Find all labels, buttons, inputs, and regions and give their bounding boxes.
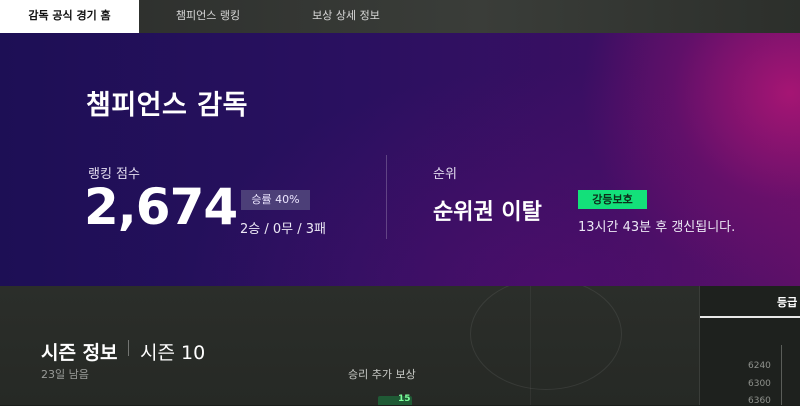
win-rate-badge: 승률 40%	[241, 190, 310, 210]
grade-tab[interactable]: 등급	[700, 286, 800, 318]
match-record: 2승 / 0무 / 3패	[240, 222, 326, 237]
section-divider	[386, 155, 387, 239]
title-separator	[128, 340, 129, 356]
tab-champions-ranking[interactable]: 챔피언스 랭킹	[139, 0, 277, 33]
reward-value: 15	[398, 394, 411, 404]
tab-reward-details[interactable]: 보상 상세 정보	[277, 0, 415, 33]
refresh-note: 13시간 43분 후 갱신됩니다.	[578, 220, 736, 235]
season-info-title: 시즌 정보	[41, 342, 118, 364]
pitch-center-circle	[470, 286, 622, 390]
rank-label: 순위	[433, 167, 457, 182]
rank-status: 순위권 이탈	[433, 200, 542, 225]
season-name: 시즌 10	[140, 342, 206, 364]
ranking-score: 2,674	[84, 178, 238, 236]
page-title: 챔피언스 감독	[86, 90, 248, 121]
season-section: 시즌 정보 시즌 10 23일 남음 승리 추가 보상 15	[0, 286, 800, 405]
top-tab-bar: 감독 공식 경기 홈 챔피언스 랭킹 보상 상세 정보	[0, 0, 800, 33]
tab-home[interactable]: 감독 공식 경기 홈	[0, 0, 139, 33]
reward-chip[interactable]: 15	[378, 394, 412, 405]
days-remaining: 23일 남음	[41, 368, 89, 381]
win-bonus-label: 승리 추가 보상	[348, 368, 416, 381]
grade-header: 등급	[777, 296, 798, 309]
grade-scale-line	[781, 345, 782, 405]
relegation-protection-badge: 강등보호	[578, 190, 647, 209]
grade-tick: 6240	[748, 361, 771, 371]
grade-tick: 6300	[748, 379, 771, 389]
rank-hero-banner: 챔피언스 감독 랭킹 점수 2,674 승률 40% 2승 / 0무 / 3패 …	[0, 33, 800, 286]
